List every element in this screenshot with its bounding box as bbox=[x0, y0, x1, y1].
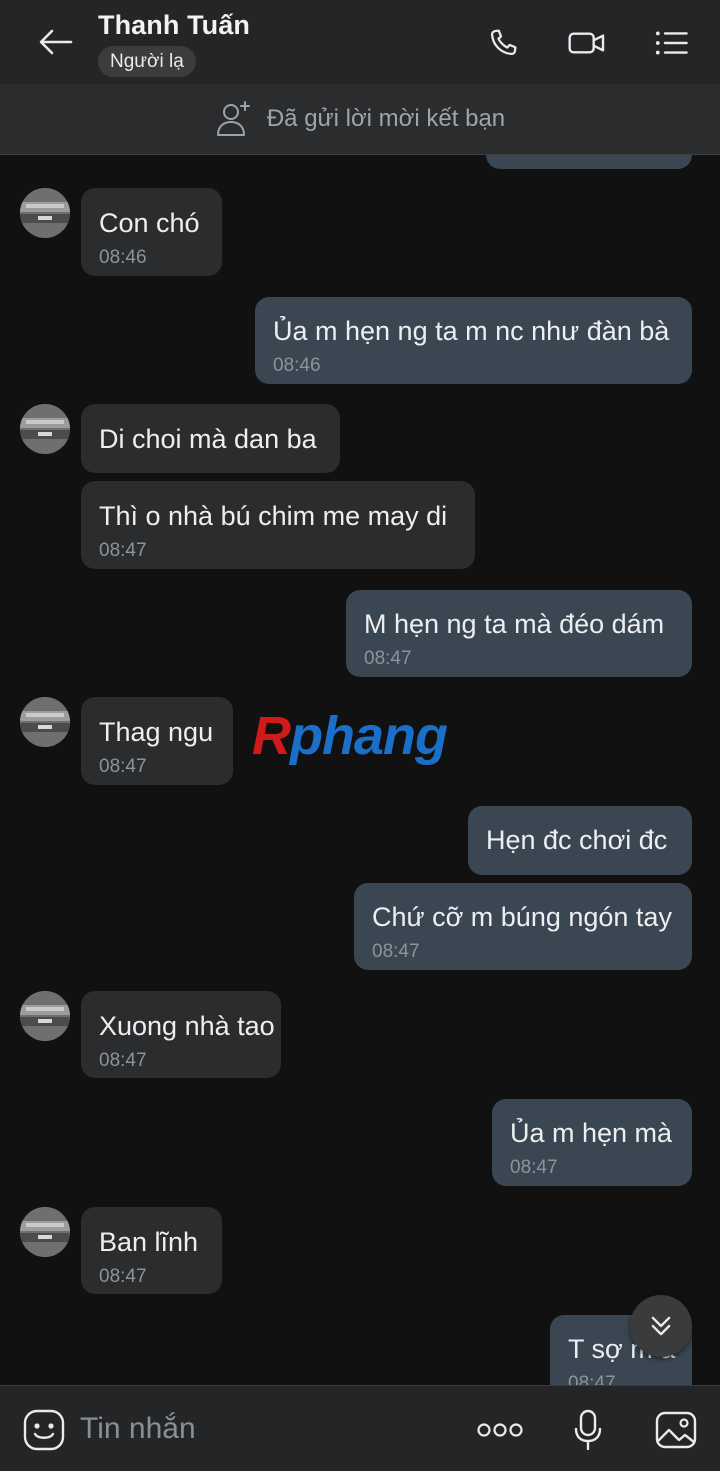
contact-name[interactable]: Thanh Tuấn bbox=[98, 10, 250, 41]
message-time: 08:47 bbox=[372, 941, 420, 962]
message-time: 08:47 bbox=[99, 540, 147, 561]
image-gallery-icon bbox=[655, 1411, 697, 1449]
message-bubble[interactable]: Chứ cỡ m búng ngón tay 08:47 bbox=[354, 883, 692, 970]
avatar[interactable] bbox=[20, 991, 70, 1041]
message-bubble[interactable]: Ủa m hẹn ng ta m nc như đàn bà 08:46 bbox=[255, 297, 692, 384]
message-bubble[interactable]: Di choi mà dan ba bbox=[81, 404, 340, 473]
message-list[interactable]: Con chó 08:46 Ủa m hẹn ng ta m nc như đà… bbox=[0, 155, 720, 1385]
microphone-icon bbox=[574, 1409, 602, 1451]
more-options-button[interactable] bbox=[476, 1406, 524, 1454]
avatar[interactable] bbox=[20, 1207, 70, 1257]
friend-request-bar[interactable]: Đã gửi lời mời kết bạn bbox=[0, 84, 720, 155]
message-time: 08:47 bbox=[99, 1050, 147, 1071]
menu-list-icon bbox=[655, 31, 688, 55]
sticker-button[interactable] bbox=[20, 1406, 68, 1454]
back-button[interactable] bbox=[30, 18, 82, 66]
message-time: 08:47 bbox=[568, 1373, 616, 1385]
avatar[interactable] bbox=[20, 697, 70, 747]
menu-button[interactable] bbox=[648, 20, 694, 66]
video-call-icon bbox=[568, 32, 605, 54]
message-text: Di choi mà dan ba bbox=[99, 424, 317, 454]
message-composer bbox=[0, 1385, 720, 1471]
scroll-to-bottom-button[interactable] bbox=[630, 1295, 692, 1357]
contact-avatar-photo bbox=[20, 404, 70, 454]
message-bubble[interactable]: Ban lĩnh 08:47 bbox=[81, 1207, 222, 1294]
message-text: Thag ngu bbox=[99, 717, 214, 747]
contact-avatar-photo bbox=[20, 1207, 70, 1257]
message-bubble[interactable]: Thì o nhà bú chim me may di 08:47 bbox=[81, 481, 475, 569]
message-text: Ban lĩnh bbox=[99, 1227, 199, 1257]
avatar[interactable] bbox=[20, 188, 70, 238]
voice-record-button[interactable] bbox=[564, 1406, 612, 1454]
message-text: M hẹn ng ta mà đéo dám bbox=[364, 609, 665, 639]
message-time: 08:47 bbox=[364, 648, 412, 669]
contact-avatar-photo bbox=[20, 991, 70, 1041]
message-text: Con chó bbox=[99, 208, 200, 238]
message-time: 08:47 bbox=[99, 1266, 147, 1287]
message-bubble[interactable]: Hẹn đc chơi đc bbox=[468, 806, 692, 875]
message-bubble[interactable]: Thag ngu 08:47 bbox=[81, 697, 233, 785]
call-button[interactable] bbox=[480, 20, 526, 66]
add-friend-icon bbox=[216, 101, 250, 136]
message-text: Chứ cỡ m búng ngón tay bbox=[372, 902, 672, 932]
message-text: Ủa m hẹn mà bbox=[510, 1118, 673, 1148]
friend-request-text: Đã gửi lời mời kết bạn bbox=[266, 105, 506, 132]
message-input[interactable] bbox=[80, 1404, 440, 1454]
message-bubble[interactable]: M hẹn ng ta mà đéo dám 08:47 bbox=[346, 590, 692, 677]
message-text: Xuong nhà tao bbox=[99, 1011, 275, 1041]
contact-avatar-photo bbox=[20, 188, 70, 238]
stranger-badge: Người lạ bbox=[98, 46, 196, 77]
double-chevron-down-icon bbox=[651, 1316, 671, 1336]
message-text: Hẹn đc chơi đc bbox=[486, 825, 668, 855]
message-bubble-partial[interactable] bbox=[486, 155, 692, 169]
more-dots-icon bbox=[477, 1423, 523, 1437]
phone-icon bbox=[490, 29, 517, 56]
message-time: 08:46 bbox=[99, 247, 147, 268]
message-bubble[interactable]: Ủa m hẹn mà 08:47 bbox=[492, 1099, 692, 1186]
avatar[interactable] bbox=[20, 404, 70, 454]
message-time: 08:47 bbox=[510, 1157, 558, 1178]
back-arrow-icon bbox=[39, 29, 73, 55]
message-text: Thì o nhà bú chim me may di bbox=[99, 501, 448, 531]
watermark-logo: Rphang bbox=[252, 706, 448, 766]
message-bubble[interactable]: Con chó 08:46 bbox=[81, 188, 222, 276]
chat-header: Thanh Tuấn Người lạ bbox=[0, 0, 720, 84]
gallery-button[interactable] bbox=[652, 1406, 700, 1454]
message-time: 08:47 bbox=[99, 756, 147, 777]
message-text: Ủa m hẹn ng ta m nc như đàn bà bbox=[273, 316, 670, 346]
contact-avatar-photo bbox=[20, 697, 70, 747]
sticker-emoji-icon bbox=[23, 1409, 65, 1451]
video-call-button[interactable] bbox=[564, 20, 610, 66]
message-bubble[interactable]: Xuong nhà tao 08:47 bbox=[81, 991, 281, 1078]
message-time: 08:46 bbox=[273, 355, 321, 376]
